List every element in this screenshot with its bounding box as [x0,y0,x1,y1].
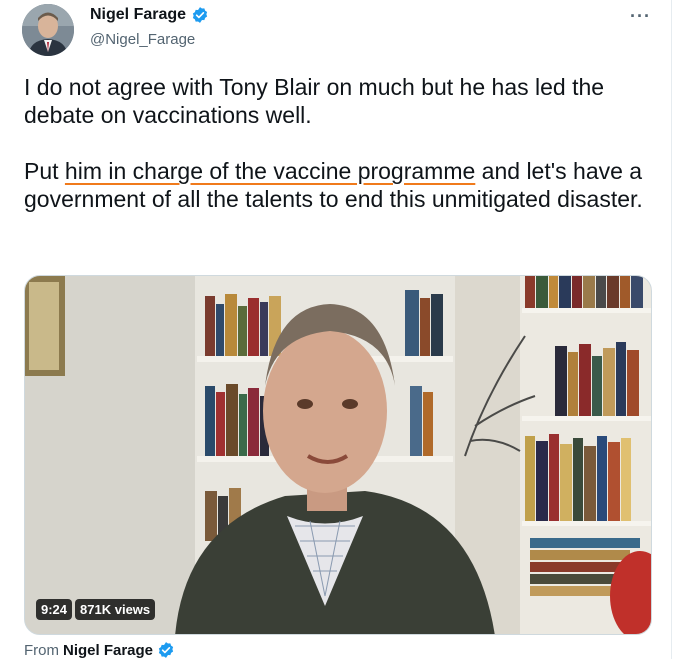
video-views: 871K views [75,599,156,620]
video-duration: 9:24 [36,599,73,620]
author-handle[interactable]: @Nigel_Farage [90,31,195,48]
tweet-text: I do not agree with Tony Blair on much b… [24,73,644,213]
more-options-icon[interactable]: ··· [630,6,651,27]
video-thumbnail [25,276,651,634]
author-display-name[interactable]: Nigel Farage [90,6,186,24]
highlighted-phrase: him in charge of the vaccine programme [64,158,476,184]
video-player[interactable] [24,275,652,635]
video-attribution: From Nigel Farage [24,641,175,659]
verified-badge-icon [157,641,175,659]
tweet-card: Nigel Farage @Nigel_Farage ··· I do not … [0,0,672,659]
avatar[interactable] [22,4,74,56]
from-label: From [24,641,59,659]
verified-badge-icon [191,6,209,24]
tweet-paragraph-1: I do not agree with Tony Blair on much b… [24,74,605,128]
tweet-paragraph-2: Put him in charge of the vaccine program… [24,157,644,213]
from-name[interactable]: Nigel Farage [63,642,153,659]
video-info-badges: 9:24 871K views [36,599,156,620]
tweet-text-segment: Put [24,158,65,184]
